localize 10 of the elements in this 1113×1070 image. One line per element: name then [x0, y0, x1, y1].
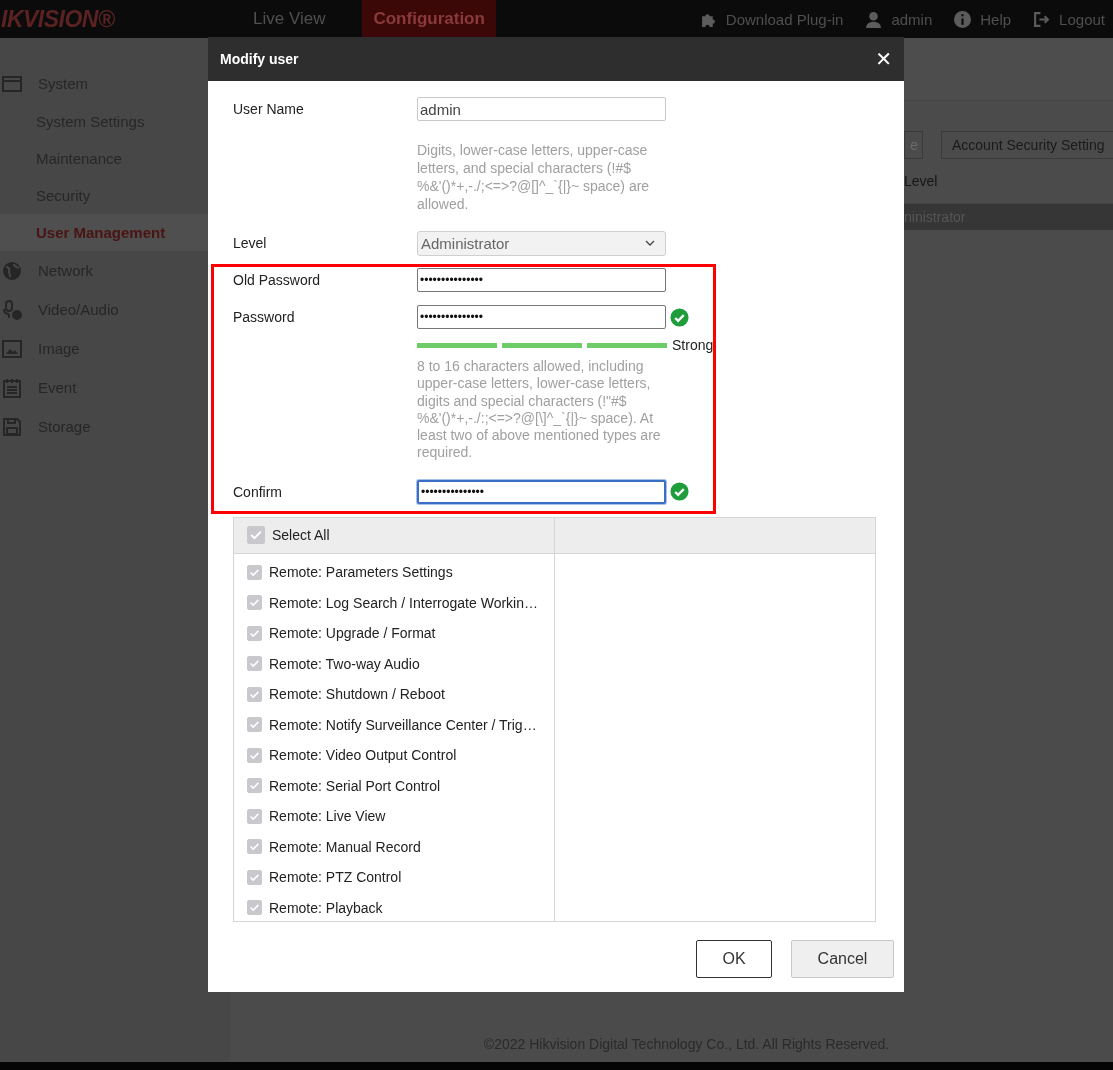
hint-text: Digits, lower-case letters, upper-case letters, and special characters (!#$ %&'()*+,-./;<=>?@[]^_`{|}~ space) are allowed.: [417, 141, 651, 213]
field-label: Password: [233, 309, 296, 325]
logo: IKVISION®: [1, 5, 116, 33]
hint-text: 8 to 16 characters allowed, including upper-case letters, lower-case letters, digits and special characters (!"#$ %&'()*+,-./:;<=>?@[\]^_`{|}~ space). At least two of above mentioned types are required.: [417, 358, 662, 462]
field-label: User Name: [233, 101, 305, 117]
field-label: Level: [233, 235, 268, 251]
field-label: Old Password: [233, 272, 322, 288]
field-label: Confirm: [233, 483, 283, 500]
dialog-header: Modify user ✕: [208, 37, 904, 81]
strength-label: Strong: [672, 337, 714, 353]
